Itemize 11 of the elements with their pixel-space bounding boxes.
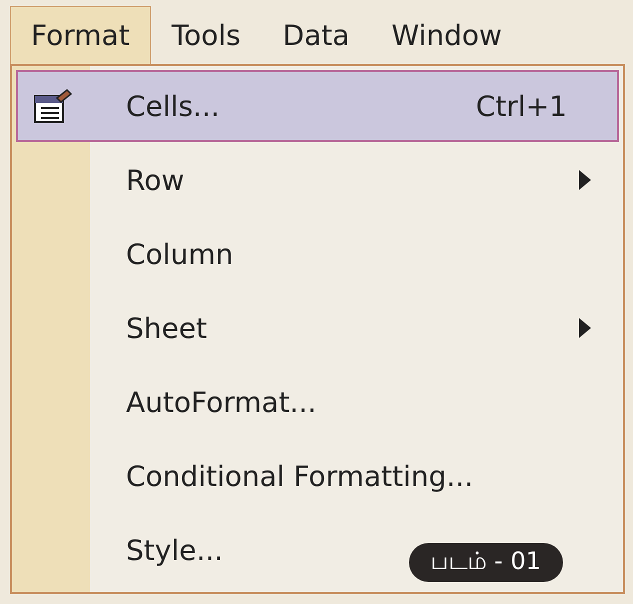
menu-bar-item[interactable]: Data	[262, 6, 371, 64]
figure-caption: படம் - 01	[408, 543, 563, 582]
menu-bar-item[interactable]: Window	[370, 6, 523, 64]
menu-item[interactable]: Row	[16, 144, 619, 216]
menu-item[interactable]: Column	[16, 218, 619, 290]
menu-bar-item[interactable]: Format	[10, 6, 151, 64]
menu-item[interactable]: AutoFormat...	[16, 366, 619, 438]
menu-item[interactable]: Cells... Ctrl+1	[16, 70, 619, 142]
menu-bar-item[interactable]: Tools	[150, 6, 262, 64]
menu-item[interactable]: Sheet	[16, 292, 619, 364]
menu-item[interactable]: Conditional Formatting...	[16, 440, 619, 512]
